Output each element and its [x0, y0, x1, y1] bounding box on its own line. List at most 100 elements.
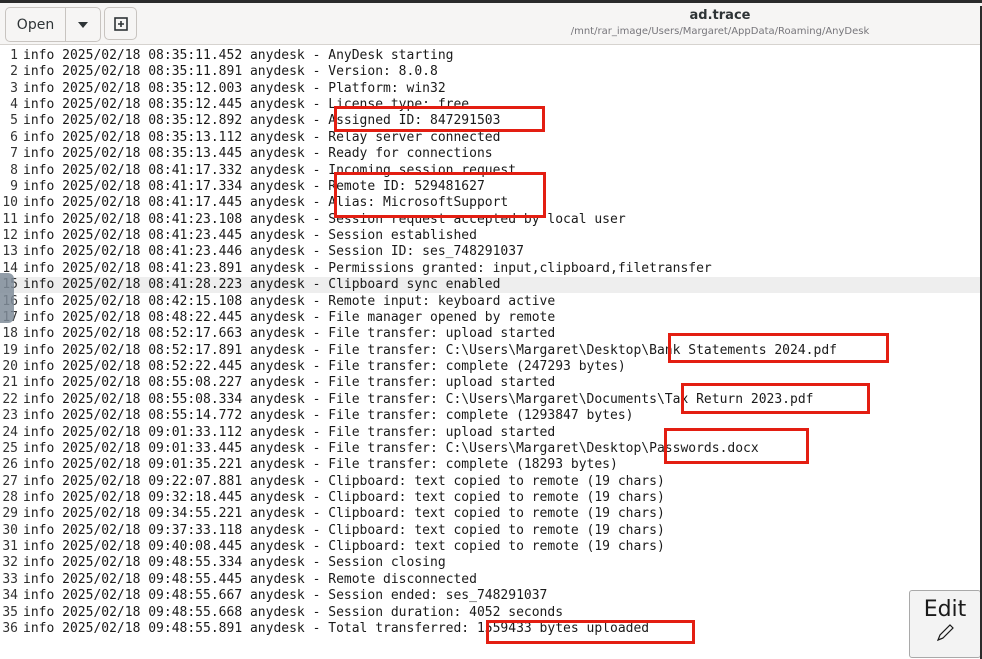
line-number: 35: [2, 604, 18, 620]
line-number: 29: [2, 506, 18, 522]
line-number: 6: [10, 129, 18, 145]
passwords-highlight: [664, 428, 809, 464]
line-text: info 2025/02/18 08:52:22.445 anydesk - F…: [23, 359, 626, 375]
line-text: info 2025/02/18 08:35:12.003 anydesk - P…: [23, 80, 446, 96]
line-text: info 2025/02/18 09:01:35.221 anydesk - F…: [23, 457, 618, 473]
line-text: info 2025/02/18 08:55:14.772 anydesk - F…: [23, 408, 634, 424]
line-number: 23: [2, 408, 18, 424]
line-number: 36: [2, 620, 18, 636]
line-number: 26: [2, 457, 18, 473]
line-text: info 2025/02/18 08:52:17.663 anydesk - F…: [23, 326, 556, 342]
line-text: info 2025/02/18 09:40:08.445 anydesk - C…: [23, 539, 665, 555]
line-text: info 2025/02/18 09:48:55.668 anydesk - S…: [23, 604, 564, 620]
editor-line[interactable]: 13 info 2025/02/18 08:41:23.446 anydesk -…: [0, 244, 980, 260]
line-number: 12: [2, 228, 18, 244]
editor-line[interactable]: 34 info 2025/02/18 09:48:55.667 anydesk -…: [0, 588, 980, 604]
editor-line[interactable]: 2 info 2025/02/18 08:35:11.891 anydesk - …: [0, 64, 980, 80]
editor-line[interactable]: 35 info 2025/02/18 09:48:55.668 anydesk -…: [0, 605, 980, 621]
line-text: info 2025/02/18 09:48:55.667 anydesk - S…: [23, 588, 548, 604]
edit-button[interactable]: Edit: [909, 590, 981, 658]
line-number: 7: [10, 146, 18, 162]
line-text: info 2025/02/18 08:42:15.108 anydesk - R…: [23, 293, 556, 309]
side-panel-handle[interactable]: [0, 273, 14, 323]
line-text: info 2025/02/18 08:41:23.891 anydesk - P…: [23, 260, 712, 276]
editor-line[interactable]: 6 info 2025/02/18 08:35:13.112 anydesk - …: [0, 130, 980, 146]
remote-id-alias-highlight: [334, 172, 546, 218]
editor-line[interactable]: 27 info 2025/02/18 09:22:07.881 anydesk -…: [0, 474, 980, 490]
line-number: 30: [2, 522, 18, 538]
editor-line[interactable]: 3 info 2025/02/18 08:35:12.003 anydesk - …: [0, 81, 980, 97]
new-tab-button[interactable]: [104, 7, 137, 40]
line-number: 25: [2, 440, 18, 456]
line-number: 27: [2, 473, 18, 489]
tax-return-highlight: [681, 383, 870, 414]
open-button-group: Open: [5, 7, 101, 42]
line-number: 21: [2, 375, 18, 391]
line-number: 32: [2, 555, 18, 571]
line-number: 24: [2, 424, 18, 440]
editor-line[interactable]: 1 info 2025/02/18 08:35:11.452 anydesk - …: [0, 48, 980, 64]
assigned-id-highlight: [334, 106, 545, 132]
line-number: 22: [2, 391, 18, 407]
editor-line[interactable]: 33 info 2025/02/18 09:48:55.445 anydesk -…: [0, 572, 980, 588]
editor-line[interactable]: 32 info 2025/02/18 09:48:55.334 anydesk -…: [0, 555, 980, 571]
line-text: info 2025/02/18 08:35:13.445 anydesk - R…: [23, 146, 493, 162]
line-number: 34: [2, 588, 18, 604]
line-text: info 2025/02/18 09:48:55.334 anydesk - S…: [23, 555, 446, 571]
editor-line[interactable]: 26 info 2025/02/18 09:01:35.221 anydesk -…: [0, 457, 980, 473]
total-transferred-highlight: [486, 620, 695, 644]
new-tab-icon: [113, 16, 128, 31]
line-text: info 2025/02/18 08:41:23.446 anydesk - S…: [23, 244, 524, 260]
editor-line[interactable]: 29 info 2025/02/18 09:34:55.221 anydesk -…: [0, 506, 980, 522]
line-text: info 2025/02/18 08:35:11.891 anydesk - V…: [23, 64, 438, 80]
open-button[interactable]: Open: [6, 8, 66, 41]
line-number: 19: [2, 342, 18, 358]
line-number: 13: [2, 244, 18, 260]
line-number: 4: [10, 97, 18, 113]
editor-line[interactable]: 16info 2025/02/18 08:42:15.108 anydesk -…: [0, 294, 980, 310]
header-bar: Open ad.trace /mnt/rar_image/Users/Marga…: [0, 3, 982, 45]
pencil-icon: [936, 624, 954, 642]
line-number: 2: [10, 64, 18, 80]
editor-line[interactable]: 12 info 2025/02/18 08:41:23.445 anydesk -…: [0, 228, 980, 244]
window-title: ad.trace: [689, 8, 751, 23]
open-menu-button[interactable]: [66, 8, 100, 41]
line-text: info 2025/02/18 09:22:07.881 anydesk - C…: [23, 473, 665, 489]
line-text: info 2025/02/18 08:48:22.445 anydesk - F…: [23, 309, 556, 325]
line-text: info 2025/02/18 08:35:11.452 anydesk - A…: [23, 48, 454, 63]
line-number: 33: [2, 571, 18, 587]
line-text: info 2025/02/18 09:01:33.112 anydesk - F…: [23, 424, 556, 440]
line-number: 8: [10, 162, 18, 178]
line-text: info 2025/02/18 09:34:55.221 anydesk - C…: [23, 506, 665, 522]
editor-line[interactable]: 25 info 2025/02/18 09:01:33.445 anydesk -…: [0, 441, 980, 457]
chevron-down-icon: [78, 21, 88, 28]
line-number: 20: [2, 359, 18, 375]
line-text: info 2025/02/18 09:32:18.445 anydesk - C…: [23, 489, 665, 505]
line-text: info 2025/02/18 08:41:28.223 anydesk - C…: [23, 277, 501, 293]
line-text: info 2025/02/18 08:35:13.112 anydesk - R…: [23, 129, 501, 145]
line-number: 10: [2, 195, 18, 211]
line-number: 3: [10, 80, 18, 96]
editor-line[interactable]: 17info 2025/02/18 08:48:22.445 anydesk -…: [0, 310, 980, 326]
line-number: 31: [2, 539, 18, 555]
edit-button-label: Edit: [923, 597, 967, 622]
editor-line[interactable]: 7 info 2025/02/18 08:35:13.445 anydesk - …: [0, 146, 980, 162]
line-text: info 2025/02/18 09:48:55.445 anydesk - R…: [23, 571, 477, 587]
editor-line[interactable]: 14 info 2025/02/18 08:41:23.891 anydesk -…: [0, 261, 980, 277]
line-text: info 2025/02/18 09:01:33.445 anydesk - F…: [23, 440, 759, 456]
line-text: info 2025/02/18 09:37:33.118 anydesk - C…: [23, 522, 665, 538]
line-number: 9: [10, 178, 18, 194]
editor-line[interactable]: 15info 2025/02/18 08:41:28.223 anydesk -…: [0, 277, 980, 294]
bank-statements-highlight: [668, 333, 889, 363]
line-number: 5: [10, 113, 18, 129]
line-number: 18: [2, 326, 18, 342]
editor-line[interactable]: 28 info 2025/02/18 09:32:18.445 anydesk -…: [0, 490, 980, 506]
editor-line[interactable]: 30 info 2025/02/18 09:37:33.118 anydesk -…: [0, 523, 980, 539]
line-text: info 2025/02/18 08:41:23.445 anydesk - S…: [23, 228, 477, 244]
title-area: ad.trace /mnt/rar_image/Users/Margaret/A…: [420, 8, 982, 39]
line-number: 28: [2, 489, 18, 505]
editor-line[interactable]: 24 info 2025/02/18 09:01:33.112 anydesk -…: [0, 425, 980, 441]
editor-line[interactable]: 31 info 2025/02/18 09:40:08.445 anydesk -…: [0, 539, 980, 555]
text-editor-window: Open ad.trace /mnt/rar_image/Users/Marga…: [0, 0, 982, 659]
line-number: 11: [2, 211, 18, 227]
